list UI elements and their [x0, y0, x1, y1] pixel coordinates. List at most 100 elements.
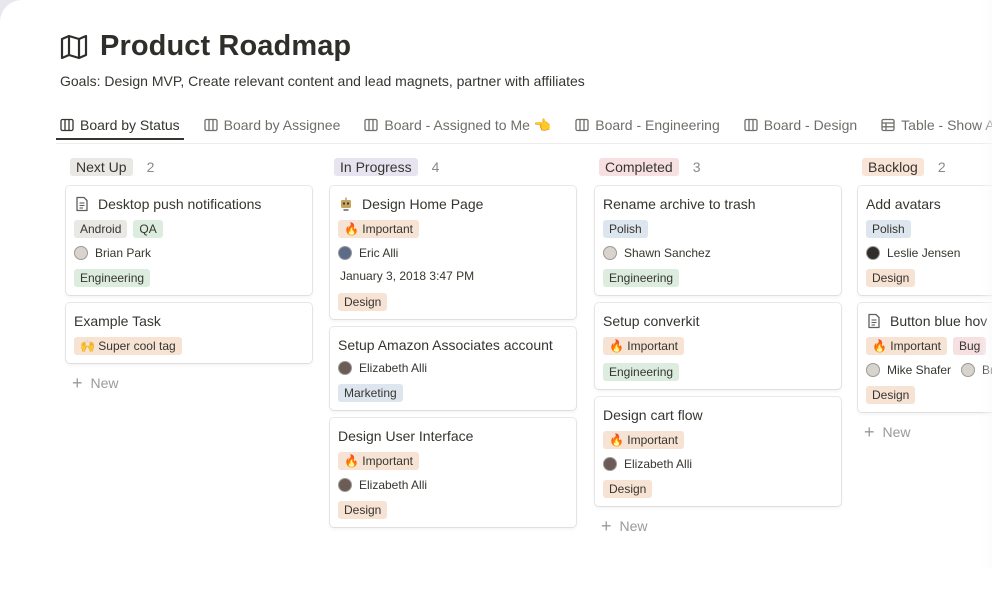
tab-1[interactable]: Board by Assignee [200, 112, 345, 138]
new-card-button[interactable]: + New [601, 517, 841, 535]
assignee: Elizabeth Alli [338, 478, 427, 492]
task-card[interactable]: Desktop push notifications Android QA Brian… [66, 186, 312, 295]
card-title-text: Design Home Page [362, 196, 484, 212]
tag-row: Engineering [74, 269, 304, 287]
task-card[interactable]: Design User Interface 🔥 Important Elizabet… [330, 418, 576, 527]
column-count: 2 [937, 159, 946, 175]
new-card-button[interactable]: + New [72, 373, 312, 393]
card-title: Desktop push notifications [74, 196, 304, 212]
task-card[interactable]: Setup converkit 🔥 Important Engineering [595, 303, 841, 389]
column-header: In Progress 4 [334, 156, 576, 178]
tab-label: Board - Engineering [595, 117, 720, 133]
status-pill[interactable]: Backlog [862, 158, 924, 176]
card-title-text: Add avatars [866, 196, 941, 212]
tab-label: Board - Assigned to Me 👈 [384, 116, 552, 133]
robot-icon [338, 196, 354, 212]
column-count: 3 [692, 159, 701, 175]
tag: 🙌 Super cool tag [74, 337, 182, 355]
task-card[interactable]: Add avatars Polish Leslie Jensen Design [858, 186, 992, 295]
page-icon [74, 196, 90, 212]
tag-row: Android QA [74, 220, 304, 238]
assignee-name: Leslie Jensen [887, 246, 961, 260]
tab-4[interactable]: Board - Design [740, 112, 861, 138]
card-title: Design cart flow [603, 407, 833, 423]
tab-5[interactable]: Table - Show All [877, 112, 992, 138]
assignee-row: Elizabeth Alli [338, 361, 568, 375]
card-title-text: Design cart flow [603, 407, 703, 423]
card-title: Add avatars [866, 196, 992, 212]
column-header: Backlog 2 [862, 156, 992, 178]
status-pill[interactable]: Completed [599, 158, 679, 176]
column-count: 2 [146, 159, 155, 175]
page-title: Product Roadmap [100, 30, 352, 62]
board-icon [364, 118, 379, 132]
card-title: Button blue hov [866, 313, 992, 329]
tag-row: Polish [603, 220, 833, 238]
status-pill[interactable]: In Progress [334, 158, 418, 176]
assignee: Shawn Sanchez [603, 246, 711, 260]
task-card[interactable]: Design cart flow 🔥 Important Elizabeth All… [595, 397, 841, 506]
assignee: Mike Shafer [866, 363, 951, 377]
page-header: Product Roadmap Goals: Design MVP, Creat… [60, 30, 585, 89]
card-title-text: Design User Interface [338, 428, 474, 444]
assignee: Brian Park [74, 246, 151, 260]
tab-2[interactable]: Board - Assigned to Me 👈 [360, 112, 555, 138]
tag-row: 🔥 Important [338, 452, 568, 470]
column-3: Backlog 2 Add avatars Polish Leslie Jensen De… [858, 156, 992, 442]
column-2: Completed 3 Rename archive to trash Polish S… [595, 156, 841, 535]
map-icon [60, 34, 88, 60]
card-title: Setup converkit [603, 313, 833, 329]
avatar [338, 478, 352, 492]
tab-label: Table - Show All [901, 117, 992, 133]
board-icon [60, 118, 74, 132]
task-card[interactable]: Rename archive to trash Polish Shawn Sanch… [595, 186, 841, 295]
task-card[interactable]: Example Task 🙌 Super cool tag [66, 303, 312, 363]
status-pill[interactable]: Next Up [70, 158, 133, 176]
task-card[interactable]: Design Home Page 🔥 Important Eric Alli Janu… [330, 186, 576, 319]
avatar [603, 457, 617, 471]
tabs-divider [56, 143, 992, 144]
avatar [74, 246, 88, 260]
tag: Marketing [338, 384, 403, 402]
plus-icon: + [864, 422, 875, 442]
tag: Polish [603, 220, 648, 238]
tag-row: 🔥 Important [603, 337, 833, 355]
tab-3[interactable]: Board - Engineering [571, 112, 724, 138]
tab-label: Board - Design [763, 117, 858, 133]
tag-row: Design [338, 293, 568, 311]
card-title: Example Task [74, 313, 304, 329]
assignee-name: Mike Shafer [887, 363, 952, 377]
board-icon [744, 118, 758, 132]
table-icon [881, 118, 895, 132]
card-title-text: Desktop push notifications [98, 196, 262, 212]
tag: Design [338, 293, 388, 311]
assignee-name: Elizabeth Alli [359, 361, 428, 375]
tab-0[interactable]: Board by Status [56, 112, 184, 140]
tag-row: Engineering [603, 269, 833, 287]
page-icon [866, 313, 882, 329]
column-count: 4 [431, 159, 440, 175]
avatar [603, 246, 617, 260]
tag-row: Polish [866, 220, 992, 238]
tag: QA [133, 220, 163, 238]
tab-label: Board by Status [80, 117, 180, 133]
plus-icon: + [72, 373, 83, 393]
assignee-name: Elizabeth Alli [359, 478, 428, 492]
assignee-row: Brian Park [74, 246, 304, 260]
new-card-button[interactable]: + New [864, 422, 992, 442]
edge-fade [980, 0, 992, 568]
avatar [338, 246, 352, 260]
tag: Polish [866, 220, 911, 238]
tag: Engineering [603, 269, 680, 287]
assignee-row: Shawn Sanchez [603, 246, 833, 260]
tag-row: 🔥 Important Bug [866, 337, 992, 355]
tag: Design [603, 480, 653, 498]
task-card[interactable]: Button blue hov 🔥 Important Bug Mike Shafer… [858, 303, 992, 412]
assignee-row: Eric Alli [338, 246, 568, 260]
card-title: Design User Interface [338, 428, 568, 444]
task-card[interactable]: Setup Amazon Associates account Elizabeth… [330, 327, 576, 410]
assignee-row: Mike ShaferBr [866, 363, 992, 377]
tag-row: Marketing [338, 384, 568, 402]
tag-row: 🔥 Important [338, 220, 568, 238]
tag: Android [74, 220, 128, 238]
